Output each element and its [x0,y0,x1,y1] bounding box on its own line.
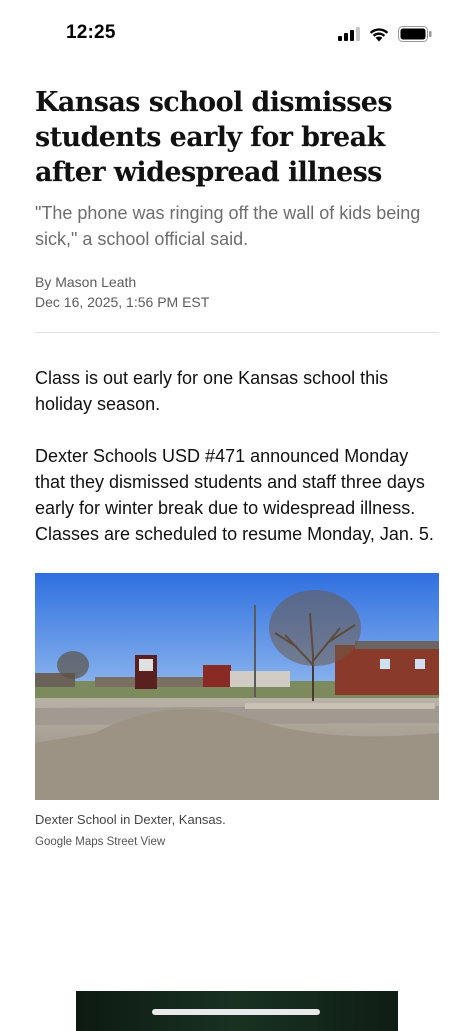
author-byline[interactable]: By Mason Leath [35,272,440,292]
status-icons [338,26,432,42]
article-dek: "The phone was ringing off the wall of k… [35,203,421,249]
school-photo[interactable] [35,573,439,800]
article: Kansas school dismisses students early f… [35,85,440,850]
article-body: Class is out early for one Kansas school… [35,365,440,547]
home-indicator[interactable] [152,1009,320,1015]
paragraph: Class is out early for one Kansas school… [35,368,389,414]
divider [35,332,439,333]
image-caption: Dexter School in Dexter, Kansas. [35,812,226,827]
paragraph: Dexter Schools USD #471 announced Monday… [35,446,434,544]
publish-date: Dec 16, 2025, 1:56 PM EST [35,294,210,310]
status-time: 12:25 [66,22,116,43]
image-credit: Google Maps Street View [35,836,166,848]
battery-icon [398,26,432,42]
status-bar: 12:25 [0,0,472,60]
byline-block: By Mason Leath Dec 16, 2025, 1:56 PM EST [35,272,440,312]
wifi-icon [369,28,389,42]
signal-icon [338,27,360,41]
headline: Kansas school dismisses students early f… [35,87,393,188]
